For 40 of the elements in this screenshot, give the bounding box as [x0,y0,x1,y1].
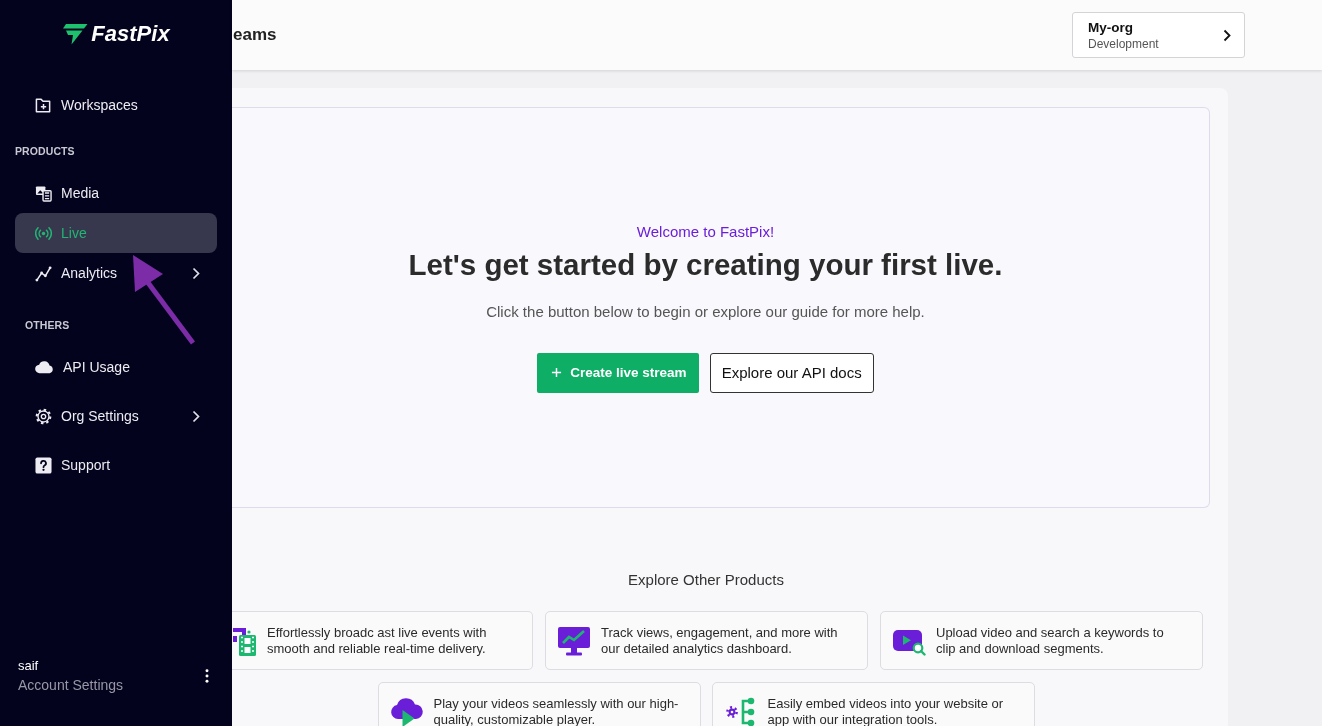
product-card[interactable]: Play your videos seamlessly with our high-quality, customizable player. [377,682,701,726]
product-description: Play your videos seamlessly with our high-quality, customizable player. [433,695,680,726]
product-card[interactable]: Upload video and search a keywords to clip and download segments. [880,611,1203,670]
plus-icon [551,367,563,378]
logo-text: FastPix [91,21,170,47]
product-description: Effortlessly broadc ast live events with smooth and reliable real-time delivery. [267,624,488,657]
line-chart-icon [35,264,52,282]
api-docs-button[interactable]: Explore our API docs [709,352,874,393]
help-icon [35,456,52,474]
section-title: Explore Other Products [627,571,785,589]
sidebar-item[interactable]: Media [15,173,217,213]
settings-icon [35,407,52,425]
account-name: saif [18,658,40,674]
product-description: Upload video and search a keywords to clip and download segments. [936,624,1165,657]
product-card[interactable]: Effortlessly broadc ast live events with smooth and reliable real-time delivery. [232,611,533,670]
section-label: PRODUCTS [15,144,76,158]
product-card[interactable]: Track views, engagement, and more with our detailed analytics dashboard. [545,611,868,670]
media-icon [35,184,52,202]
page-heading: Let's get started by creating your first live. [408,246,1003,283]
product-description: Track views, engagement, and more with our detailed analytics dashboard. [601,624,839,657]
org-switcher[interactable]: My-org Development [1072,12,1245,58]
broadcast-icon [35,224,52,242]
chevron-right-icon [1223,28,1231,42]
section-label: OTHERS [24,318,71,332]
description-text: Click the button below to begin or explore our guide for more help. [486,302,925,321]
product-description: Easily embed videos into your website or app with our integration tools. [767,695,1005,726]
sidebar-item[interactable]: Workspaces [15,85,217,125]
account-settings-link[interactable]: Account Settings [18,677,124,694]
sidebar-item[interactable]: Support [15,445,217,485]
folder-plus-icon [35,96,52,114]
sidebar-item[interactable]: Analytics [15,253,217,293]
sidebar-item[interactable]: Org Settings [15,396,217,436]
logo-icon [62,23,89,45]
welcome-text: Welcome to FastPix! [636,222,775,241]
cloud-icon [35,360,54,374]
sidebar-item[interactable]: API Usage [15,347,217,387]
sidebar-item[interactable]: Live [15,213,217,253]
more-options-icon[interactable] [205,669,209,683]
product-card[interactable]: Easily embed videos into your website or app with our integration tools. [711,682,1035,726]
page-title: eams [233,25,277,45]
